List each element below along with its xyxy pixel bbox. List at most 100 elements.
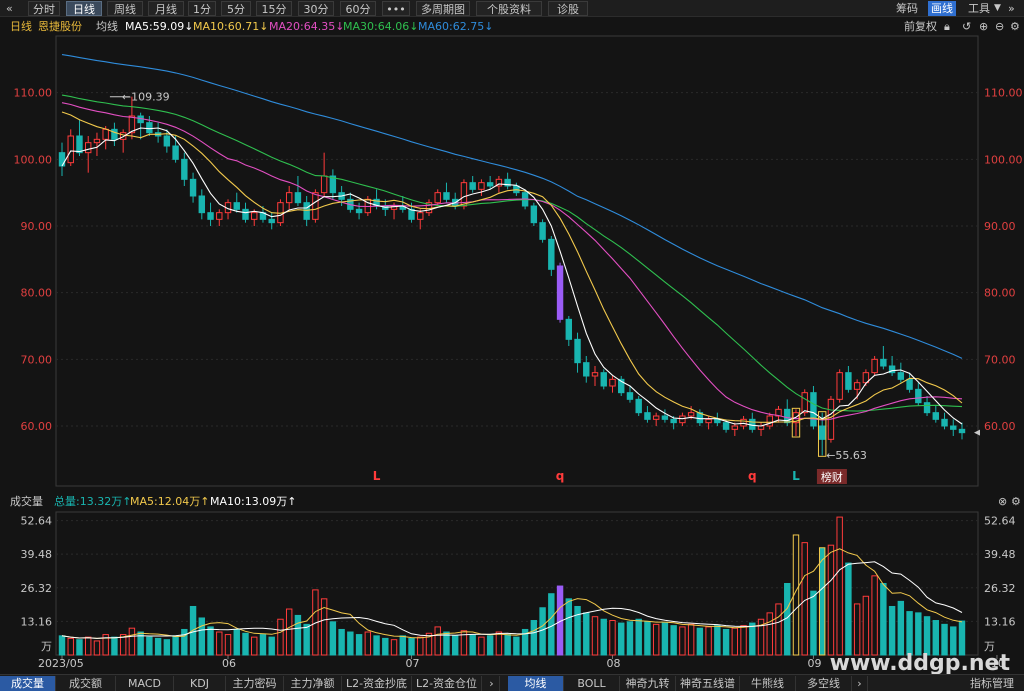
candle-up: [836, 369, 843, 403]
candle-down: [233, 192, 240, 213]
candle-body: [687, 412, 695, 417]
volume-bar: [679, 626, 686, 656]
candle-body: [818, 425, 826, 440]
volume-bar: [775, 603, 782, 656]
candle-body: [478, 182, 485, 190]
volume-bar: [565, 598, 573, 656]
volume-bars: [58, 516, 966, 656]
signal-marker: q: [556, 469, 565, 483]
volume-bar: [932, 620, 939, 656]
volume-bar: [242, 632, 249, 656]
price-tick-label: 90.00: [21, 220, 53, 233]
volume-bar: [888, 605, 896, 656]
volume-bar: [181, 628, 188, 656]
volume-tick-label: 26.32: [21, 582, 53, 595]
tab-main-force-code[interactable]: 主力密码: [226, 676, 284, 691]
volume-bar: [513, 636, 520, 656]
candle-up: [591, 366, 599, 386]
tab-nine-turn[interactable]: 神奇九转: [620, 676, 676, 691]
candle-up: [652, 412, 660, 426]
volume-bar: [58, 635, 66, 656]
volume-bar: [93, 640, 101, 656]
candle-body: [871, 358, 878, 374]
indicator-manage-button[interactable]: 指标管理: [960, 676, 1024, 691]
candle-body: [652, 415, 660, 420]
volume-bar: [626, 621, 634, 656]
candle-body: [181, 158, 188, 180]
chart-annotations: ←109.39 ←55.63 L q q L 榜财: [109, 91, 980, 484]
candle-up: [67, 129, 74, 166]
volume-bar: [696, 627, 704, 656]
tab-main-force-net[interactable]: 主力净额: [284, 676, 342, 691]
volume-bar: [618, 622, 625, 656]
candle-down: [207, 202, 214, 226]
candle-body: [731, 425, 739, 430]
candle-down: [76, 119, 83, 156]
candle-body: [661, 415, 669, 420]
candle-body: [635, 398, 642, 414]
tab-bull-bear[interactable]: 牛熊线: [740, 676, 796, 691]
candle-body: [76, 135, 83, 154]
tab-l2-position[interactable]: L2-资金仓位: [412, 676, 482, 691]
candle-up: [766, 412, 773, 430]
tab-kdj[interactable]: KDJ: [174, 676, 226, 691]
tab-boll[interactable]: BOLL: [564, 676, 620, 691]
chevron-right-icon[interactable]: ›: [484, 676, 500, 691]
signal-marker: L: [792, 469, 800, 483]
volume-tick-label: 52.64: [21, 515, 53, 528]
tab-turnover[interactable]: 成交额: [56, 676, 116, 691]
candle-down: [941, 412, 948, 430]
signal-marker: L: [373, 469, 381, 483]
candle-body: [853, 382, 861, 390]
candle-down: [146, 116, 153, 136]
candle-body: [609, 378, 616, 387]
candle-down: [845, 366, 852, 393]
stock-chart-svg[interactable]: 110.00100.0090.0080.0070.0060.00 110.001…: [0, 0, 1024, 691]
volume-bar: [530, 620, 538, 656]
candle-body: [539, 222, 546, 240]
tab-volume[interactable]: 成交量: [0, 676, 56, 691]
volume-bar: [76, 639, 83, 656]
price-tick-label: 70.00: [21, 353, 53, 366]
price-tick-label: 60.00: [21, 420, 53, 433]
volume-bar: [146, 636, 153, 656]
candle-down: [950, 419, 957, 436]
candle-down: [897, 362, 905, 383]
candle-body: [958, 428, 966, 434]
badge-label: 榜财: [821, 470, 843, 484]
volume-bar: [862, 595, 870, 656]
candle-down: [661, 409, 669, 423]
volume-bar: [766, 612, 773, 656]
volume-bar: [303, 623, 310, 656]
chevron-right-icon[interactable]: ›: [852, 676, 868, 691]
volume-bar: [539, 607, 546, 656]
candle-down: [556, 262, 564, 323]
candle-down: [443, 182, 450, 203]
volume-bar: [67, 637, 74, 656]
candle-body: [251, 212, 258, 220]
candle-body: [67, 135, 74, 164]
volume-bar: [451, 635, 459, 656]
volume-bar: [652, 623, 660, 656]
candle-up: [740, 416, 747, 430]
ma60-line: [61, 54, 963, 359]
candle-up: [93, 132, 101, 156]
candle-body: [836, 372, 843, 400]
tab-five-line[interactable]: 神奇五线谱: [676, 676, 740, 691]
volume-axis-right: 52.6439.4826.3213.16万: [984, 515, 1016, 653]
candle-up: [478, 179, 485, 196]
volume-bar: [845, 562, 852, 656]
volume-bar: [818, 547, 826, 656]
candle-body: [548, 238, 555, 270]
price-pane-frame: [55, 35, 979, 487]
tab-macd[interactable]: MACD: [116, 676, 174, 691]
volume-bar: [294, 614, 302, 656]
tab-ma[interactable]: 均线: [508, 676, 564, 691]
volume-bar: [128, 627, 136, 656]
volume-bar: [268, 636, 275, 656]
volume-bar: [434, 626, 441, 656]
volume-bar: [687, 623, 695, 656]
tab-l2-bottom[interactable]: L2-资金抄底: [342, 676, 412, 691]
tab-long-short[interactable]: 多空线: [796, 676, 852, 691]
candle-down: [355, 202, 363, 220]
